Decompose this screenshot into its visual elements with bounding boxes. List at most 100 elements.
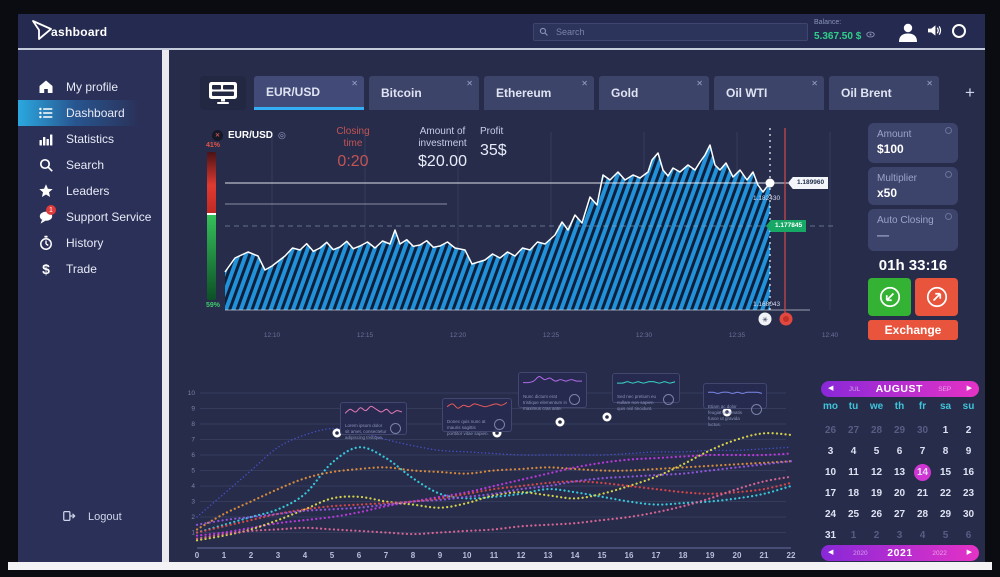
calendar-day[interactable]: 25 [842, 504, 865, 525]
calendar-day[interactable]: 7 [911, 441, 934, 462]
tab-oil-brent[interactable]: Oil Brent✕ [829, 76, 939, 110]
calendar-day[interactable]: 26 [819, 420, 842, 441]
calendar-day[interactable]: 15 [934, 462, 957, 483]
calendar-day[interactable]: 5 [865, 441, 888, 462]
sidebar-item-search[interactable]: Search [18, 152, 162, 178]
calendar-day[interactable]: 28 [865, 420, 888, 441]
calendar-day[interactable]: 3 [888, 525, 911, 546]
close-icon[interactable]: ✕ [581, 79, 588, 88]
calendar-day[interactable]: 6 [957, 525, 980, 546]
close-icon[interactable]: ✕ [926, 79, 933, 88]
calendar-day[interactable]: 12 [865, 462, 888, 483]
close-icon[interactable]: ✕ [811, 79, 818, 88]
calendar-day[interactable]: 29 [888, 420, 911, 441]
buy-up-button[interactable] [915, 278, 958, 316]
calendar-day[interactable]: 2 [865, 525, 888, 546]
next-year-arrow-icon[interactable]: ▶ [967, 545, 972, 561]
amount-card[interactable]: Amount $100 [868, 123, 958, 163]
calendar-weekday: sa [934, 401, 957, 412]
calendar-day[interactable]: 26 [865, 504, 888, 525]
chart-layout-button[interactable] [200, 76, 246, 110]
calendar-day[interactable]: 18 [842, 483, 865, 504]
calendar-day[interactable]: 23 [957, 483, 980, 504]
sidebar-item-dashboard[interactable]: Dashboard [18, 100, 162, 126]
calendar-day[interactable]: 9 [957, 441, 980, 462]
avatar[interactable] [896, 20, 920, 44]
calendar-day[interactable]: 21 [911, 483, 934, 504]
calendar-day[interactable]: 1 [842, 525, 865, 546]
power-icon[interactable] [952, 24, 966, 38]
prev-month-label[interactable]: JUL [849, 386, 861, 393]
tab-label: Oil WTI [726, 86, 767, 100]
buy-down-button[interactable] [868, 278, 911, 316]
calendar-day[interactable]: 3 [819, 441, 842, 462]
calendar-day[interactable]: 11 [842, 462, 865, 483]
info-icon[interactable] [945, 213, 952, 220]
calendar-day[interactable]: 27 [842, 420, 865, 441]
calendar-day[interactable]: 29 [934, 504, 957, 525]
prev-month-arrow-icon[interactable]: ◀ [828, 381, 833, 397]
tab-bitcoin[interactable]: Bitcoin✕ [369, 76, 479, 110]
close-icon[interactable]: ✕ [466, 79, 473, 88]
calendar-day[interactable]: 13 [888, 462, 911, 483]
info-icon[interactable] [945, 127, 952, 134]
calendar-day[interactable]: 28 [911, 504, 934, 525]
calendar-day[interactable]: 6 [888, 441, 911, 462]
calendar-day[interactable]: 1 [934, 420, 957, 441]
sidebar-item-history[interactable]: History [18, 230, 162, 256]
price-tag: 1.189960 [788, 177, 828, 189]
sidebar-item-leaders[interactable]: Leaders [18, 178, 162, 204]
calendar-day[interactable]: 31 [819, 525, 842, 546]
volume-icon[interactable] [927, 24, 942, 37]
sidebar-item-my-profile[interactable]: My profile [18, 74, 162, 100]
next-year-label[interactable]: 2022 [932, 550, 946, 557]
tab-ethereum[interactable]: Ethereum✕ [484, 76, 594, 110]
tooltip-sparkline [523, 375, 582, 389]
tab-oil-wti[interactable]: Oil WTI ✕ [714, 76, 824, 110]
logout-button[interactable]: Logout [62, 509, 122, 525]
sidebar-item-statistics[interactable]: Statistics [18, 126, 162, 152]
sidebar-item-support-service[interactable]: 1Support Service [18, 204, 162, 230]
calendar-day[interactable]: 20 [888, 483, 911, 504]
topbar: ashboard Balance: 5.367.50 $ [18, 14, 985, 48]
app-logo[interactable]: ashboard [30, 18, 107, 42]
svg-text:18: 18 [679, 551, 688, 560]
next-month-arrow-icon[interactable]: ▶ [967, 381, 972, 397]
calendar-day[interactable]: 24 [819, 504, 842, 525]
sidebar-item-trade[interactable]: $Trade [18, 256, 162, 282]
prev-year-arrow-icon[interactable]: ◀ [828, 545, 833, 561]
price-area [225, 145, 770, 310]
next-month-label[interactable]: SEP [938, 386, 951, 393]
multiplier-card[interactable]: Multiplier x50 [868, 167, 958, 205]
add-tab-button[interactable]: + [959, 82, 981, 104]
calendar-day[interactable]: 30 [957, 504, 980, 525]
exchange-button[interactable]: Exchange [868, 320, 958, 340]
tab-eur-usd[interactable]: EUR/USD✕ [254, 76, 364, 110]
app-window: ashboard Balance: 5.367.50 $ My profileD… [18, 14, 985, 562]
calendar-day[interactable]: 16 [957, 462, 980, 483]
prev-year-label[interactable]: 2020 [853, 550, 867, 557]
sidebar-item-label: Statistics [66, 132, 114, 146]
calendar-day[interactable]: 30 [911, 420, 934, 441]
auto-closing-card[interactable]: Auto Closing — [868, 209, 958, 251]
calendar-day[interactable]: 17 [819, 483, 842, 504]
calendar-day[interactable]: 5 [934, 525, 957, 546]
calendar-day[interactable]: 27 [888, 504, 911, 525]
search-input[interactable] [554, 24, 803, 40]
close-icon[interactable]: ✕ [351, 79, 358, 88]
calendar-day[interactable]: 4 [911, 525, 934, 546]
svg-text:1: 1 [191, 530, 195, 537]
eye-icon[interactable] [866, 31, 875, 38]
calendar-day[interactable]: 22 [934, 483, 957, 504]
calendar-day[interactable]: 19 [865, 483, 888, 504]
calendar-day[interactable]: 10 [819, 462, 842, 483]
svg-text:17: 17 [652, 551, 661, 560]
price-chart[interactable]: ✳ 12:1012:1512:2012:2512:3012:3512:40 [196, 120, 855, 345]
info-icon[interactable] [945, 171, 952, 178]
close-icon[interactable]: ✕ [696, 79, 703, 88]
calendar-day[interactable]: 2 [957, 420, 980, 441]
calendar-day[interactable]: 8 [934, 441, 957, 462]
calendar-day[interactable]: 4 [842, 441, 865, 462]
tab-gold[interactable]: Gold✕ [599, 76, 709, 110]
calendar-day[interactable]: 14 [911, 462, 934, 483]
